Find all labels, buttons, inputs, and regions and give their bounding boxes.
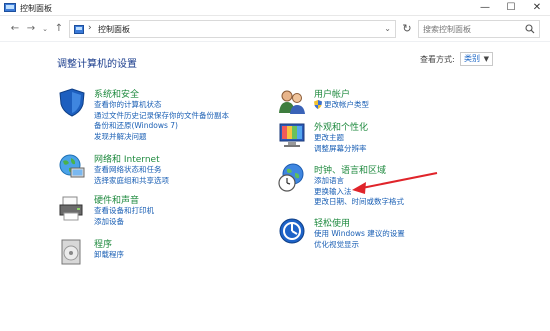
address-bar[interactable]: › 控制面板 ⌄ (69, 20, 396, 38)
printer-icon[interactable] (57, 193, 87, 223)
shield-icon[interactable] (57, 87, 87, 117)
chevron-down-icon: ▼ (483, 55, 489, 63)
title-bar: 控制面板 — ☐ ✕ (0, 0, 550, 16)
view-by-select[interactable]: 类别 ▼ (460, 52, 493, 66)
page-title: 调整计算机的设置 (57, 59, 137, 70)
link-change-account-type-label: 更改帐户类型 (324, 100, 369, 109)
close-button[interactable]: ✕ (524, 0, 550, 16)
view-by-label: 查看方式: (420, 55, 455, 64)
users-icon[interactable] (277, 87, 307, 117)
ease-of-access-icon[interactable] (277, 216, 307, 246)
up-arrow-icon[interactable]: ↑ (52, 22, 66, 36)
programs-icon[interactable] (57, 237, 87, 267)
navigation-bar: ← → ⌄ ↑ › 控制面板 ⌄ ↻ 搜索控制面板 (0, 16, 550, 42)
link-change-theme[interactable]: 更改主题 (314, 132, 367, 143)
link-backup-restore[interactable]: 备份和还原(Windows 7) (94, 120, 229, 131)
address-dropdown-icon[interactable]: ⌄ (384, 24, 391, 33)
search-icon[interactable] (525, 24, 535, 34)
minimize-button[interactable]: — (472, 0, 498, 16)
breadcrumb-control-panel[interactable]: 控制面板 (98, 24, 130, 35)
link-uninstall-program[interactable]: 卸载程序 (94, 249, 124, 260)
link-windows-recommended-settings[interactable]: 使用 Windows 建议的设置 (314, 228, 405, 239)
back-arrow-icon[interactable]: ← (8, 22, 22, 36)
link-view-computer-status[interactable]: 查看你的计算机状态 (94, 99, 229, 110)
clock-globe-icon[interactable] (277, 163, 307, 193)
view-by-value: 类别 (464, 54, 480, 63)
link-file-history-backup[interactable]: 通过文件历史记录保存你的文件备份副本 (94, 110, 229, 121)
link-troubleshoot[interactable]: 发现并解决问题 (94, 131, 229, 142)
link-homegroup-sharing[interactable]: 选择家庭组和共享选项 (94, 175, 169, 186)
breadcrumb-separator: › (88, 23, 92, 33)
maximize-button[interactable]: ☐ (498, 0, 524, 16)
link-devices-printers[interactable]: 查看设备和打印机 (94, 205, 154, 216)
recent-dropdown-icon[interactable]: ⌄ (38, 22, 52, 36)
network-globe-icon[interactable] (57, 152, 87, 182)
link-change-date-time-format[interactable]: 更改日期、时间或数字格式 (314, 196, 404, 207)
link-change-account-type[interactable]: 更改帐户类型 (314, 99, 369, 110)
link-screen-resolution[interactable]: 调整屏幕分辨率 (314, 143, 367, 154)
forward-arrow-icon[interactable]: → (24, 22, 38, 36)
search-input[interactable]: 搜索控制面板 (418, 20, 540, 38)
link-network-status[interactable]: 查看网络状态和任务 (94, 164, 169, 175)
uac-shield-icon (314, 100, 322, 109)
link-add-device[interactable]: 添加设备 (94, 216, 154, 227)
appearance-monitor-icon[interactable] (277, 120, 307, 150)
link-change-input-method[interactable]: 更换输入法 (314, 186, 404, 197)
search-placeholder: 搜索控制面板 (423, 25, 471, 34)
link-add-language[interactable]: 添加语言 (314, 175, 404, 186)
control-panel-small-icon (74, 25, 84, 34)
window-title: 控制面板 (20, 4, 52, 13)
control-panel-icon (4, 3, 16, 12)
link-optimize-visual-display[interactable]: 优化视觉显示 (314, 239, 405, 250)
refresh-icon[interactable]: ↻ (400, 22, 414, 36)
